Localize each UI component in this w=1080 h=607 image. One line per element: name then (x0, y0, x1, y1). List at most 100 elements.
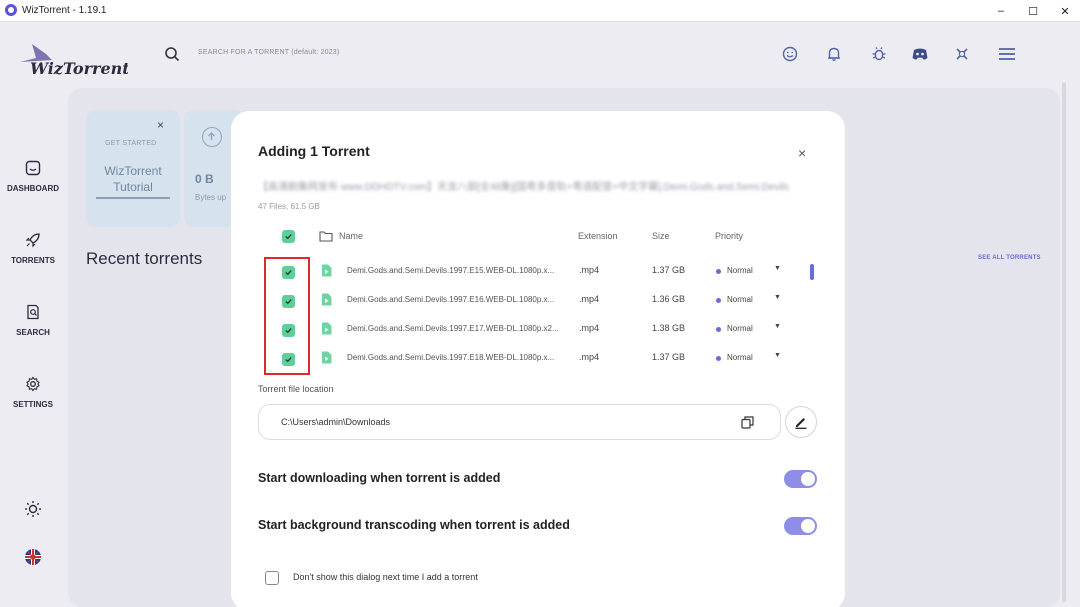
close-window-button[interactable]: ✕ (1050, 0, 1080, 22)
select-all-checkbox[interactable] (282, 230, 295, 243)
wiztorrent-logo: WizTorrent (18, 40, 130, 80)
video-file-icon (322, 322, 332, 335)
file-row[interactable]: Demi.Gods.and.Semi.Devils.1997.E17.WEB-D… (231, 317, 845, 345)
file-row[interactable]: Demi.Gods.and.Semi.Devils.1997.E16.WEB-D… (231, 288, 845, 316)
chevron-down-icon[interactable]: ▼ (774, 323, 781, 330)
sidebar-item-dashboard[interactable]: DASHBOARD (0, 160, 66, 193)
location-label: Torrent file location (258, 384, 334, 394)
sidebar-item-label: SETTINGS (12, 400, 53, 409)
priority-dot (716, 269, 721, 274)
file-size: 1.37 GB (652, 352, 686, 362)
sidebar-item-search[interactable]: SEARCH (0, 304, 66, 337)
search-doc-icon (27, 304, 39, 320)
chevron-down-icon[interactable]: ▼ (774, 294, 781, 301)
edit-location-button[interactable] (785, 406, 817, 438)
folder-icon (319, 231, 333, 242)
upload-icon (202, 127, 222, 147)
emoji-icon[interactable] (780, 44, 800, 64)
priority-select[interactable]: Normal (727, 266, 753, 275)
dialog-title: Adding 1 Torrent (258, 143, 370, 159)
torrent-name: 【高清剧集网发布 www.DDHDTV.com】天龙八部[全48集][国粤多音轨… (258, 182, 789, 193)
check-icon (285, 234, 292, 240)
chevron-down-icon[interactable]: ▼ (774, 352, 781, 359)
recent-torrents-heading: Recent torrents (86, 249, 203, 268)
start-downloading-toggle[interactable] (784, 470, 817, 488)
priority-select[interactable]: Normal (727, 324, 753, 333)
rocket-icon (25, 233, 40, 248)
column-size[interactable]: Size (652, 231, 670, 241)
chevron-down-icon[interactable]: ▼ (774, 265, 781, 272)
background-transcoding-toggle[interactable] (784, 517, 817, 535)
dont-show-checkbox[interactable] (265, 571, 279, 585)
sidebar-item-label: SEARCH (16, 328, 50, 337)
copy-icon[interactable] (741, 416, 754, 429)
file-row[interactable]: Demi.Gods.and.Semi.Devils.1997.E18.WEB-D… (231, 346, 845, 374)
column-priority[interactable]: Priority (715, 231, 743, 241)
file-list-scrollbar[interactable] (810, 264, 814, 280)
tutorial-card[interactable]: × GET STARTED WizTorrent Tutorial (86, 110, 180, 227)
start-downloading-label: Start downloading when torrent is added (258, 471, 501, 485)
page-scrollbar[interactable] (1062, 82, 1066, 602)
file-row[interactable]: Demi.Gods.and.Semi.Devils.1997.E15.WEB-D… (231, 259, 845, 287)
bytes-up-label: Bytes up (195, 193, 227, 202)
maximize-button[interactable]: ☐ (1018, 0, 1048, 22)
divider (96, 197, 170, 199)
sidebar-item-torrents[interactable]: TORRENTS (0, 232, 66, 265)
svg-text:WizTorrent: WizTorrent (30, 59, 128, 78)
background-transcoding-label: Start background transcoding when torren… (258, 518, 570, 532)
theme-toggle-icon[interactable] (24, 500, 42, 523)
wizard-hat-icon: WizTorrent (20, 44, 130, 78)
card-label: GET STARTED (105, 140, 157, 147)
search-icon[interactable] (164, 46, 180, 62)
pencil-icon (795, 418, 807, 429)
dont-show-label: Don't show this dialog next time I add a… (293, 572, 478, 582)
file-extension: .mp4 (579, 294, 600, 304)
file-size: 1.37 GB (652, 265, 686, 275)
menu-icon[interactable] (997, 44, 1017, 64)
video-file-icon (322, 293, 332, 306)
file-name: Demi.Gods.and.Semi.Devils.1997.E16.WEB-D… (347, 295, 555, 304)
search-input[interactable]: SEARCH FOR A TORRENT (default: 2023) (198, 49, 339, 56)
video-file-icon (322, 351, 332, 364)
file-name: Demi.Gods.and.Semi.Devils.1997.E15.WEB-D… (347, 266, 555, 275)
add-torrent-dialog: Adding 1 Torrent × 【高清剧集网发布 www.DDHDTV.c… (231, 111, 845, 607)
minimize-button[interactable]: – (986, 0, 1016, 22)
highlight-box (264, 257, 310, 375)
bytes-up-value: 0 B (195, 172, 214, 186)
discord-icon[interactable] (910, 44, 930, 64)
priority-dot (716, 327, 721, 332)
bell-icon[interactable] (824, 44, 844, 64)
window-title: WizTorrent - 1.19.1 (22, 5, 107, 16)
priority-dot (716, 356, 721, 361)
sidebar-item-label: TORRENTS (11, 256, 55, 265)
column-name[interactable]: Name (339, 231, 363, 241)
file-name: Demi.Gods.and.Semi.Devils.1997.E18.WEB-D… (347, 353, 555, 362)
window-titlebar: WizTorrent - 1.19.1 – ☐ ✕ (0, 0, 1080, 22)
uk-flag-icon[interactable] (25, 549, 41, 570)
see-all-torrents-link[interactable]: SEE ALL TORRENTS (978, 255, 1041, 261)
sidebar-item-label: DASHBOARD (7, 184, 59, 193)
app-icon (5, 4, 17, 16)
priority-select[interactable]: Normal (727, 353, 753, 362)
priority-dot (716, 298, 721, 303)
bug-icon[interactable] (869, 44, 889, 64)
file-name: Demi.Gods.and.Semi.Devils.1997.E17.WEB-D… (347, 324, 559, 333)
location-field[interactable]: C:\Users\admin\Downloads (258, 404, 781, 440)
priority-select[interactable]: Normal (727, 295, 753, 304)
video-file-icon (322, 264, 332, 277)
close-card-icon[interactable]: × (157, 118, 164, 132)
file-size: 1.38 GB (652, 323, 686, 333)
card-title-line1: WizTorrent (104, 164, 162, 178)
gear-icon (26, 376, 40, 392)
torrent-meta: 47 Files, 61.5 GB (258, 202, 320, 211)
location-value: C:\Users\admin\Downloads (281, 417, 391, 427)
pin-icon[interactable] (952, 44, 972, 64)
column-extension[interactable]: Extension (578, 231, 618, 241)
sidebar-item-settings[interactable]: SETTINGS (0, 376, 66, 409)
close-dialog-icon[interactable]: × (798, 145, 806, 161)
card-title-line2: Tutorial (113, 180, 153, 194)
file-extension: .mp4 (579, 265, 600, 275)
file-extension: .mp4 (579, 352, 600, 362)
file-extension: .mp4 (579, 323, 600, 333)
file-size: 1.36 GB (652, 294, 686, 304)
